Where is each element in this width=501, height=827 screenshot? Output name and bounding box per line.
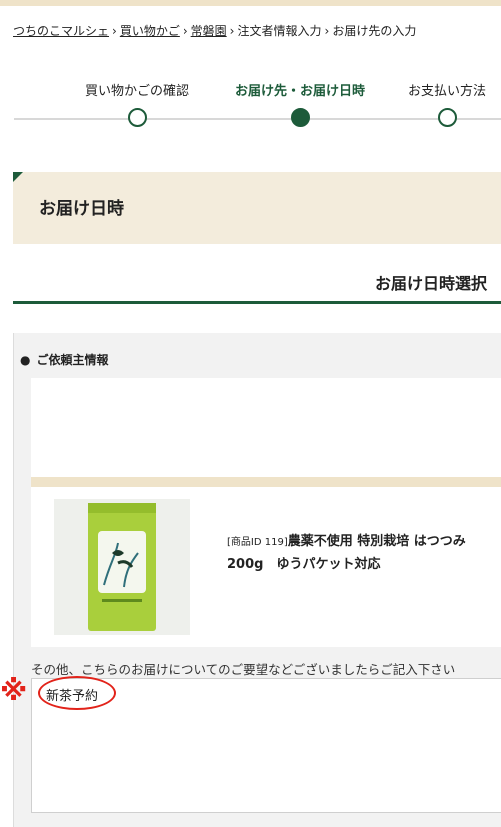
checkout-progress: 買い物かごの確認 お届け先・お届け日時 お支払い方法 bbox=[0, 80, 501, 140]
section-title: お届け日時 bbox=[39, 199, 124, 219]
annotation-mark: ※ bbox=[0, 674, 28, 707]
step-circle-icon bbox=[437, 108, 457, 127]
bullet-icon: ● bbox=[20, 353, 31, 367]
step-cart-confirm: 買い物かごの確認 bbox=[73, 80, 201, 127]
breadcrumb-item-customer-info: 注文者情報入力 bbox=[237, 24, 322, 38]
step-label: 買い物かごの確認 bbox=[84, 84, 189, 99]
product-name-line2: 200g ゆうパケット対応 bbox=[227, 557, 381, 572]
annotation-ellipse bbox=[38, 676, 116, 710]
step-label: お支払い方法 bbox=[407, 84, 486, 99]
product-image bbox=[54, 499, 190, 635]
step-label: お届け先・お届け日時 bbox=[234, 84, 365, 99]
breadcrumb-separator: › bbox=[229, 24, 235, 38]
breadcrumb-separator: › bbox=[182, 24, 188, 38]
step-payment: お支払い方法 bbox=[398, 80, 496, 127]
requester-heading: ● ご依頼主情報 bbox=[20, 351, 109, 368]
breadcrumb-link-shop[interactable]: 常磐園 bbox=[191, 24, 227, 38]
requester-title: ご依頼主情報 bbox=[36, 353, 109, 367]
breadcrumb: つちのこマルシェ › 買い物かご › 常磐園 › 注文者情報入力 › お届け先の入力 bbox=[13, 22, 416, 39]
step-circle-icon bbox=[127, 108, 147, 127]
delivery-panel: ● ご依頼主情報 [商品ID 119]農薬不使用 特別栽培 はつつみ 200g ゆ… bbox=[13, 333, 501, 827]
divider bbox=[13, 301, 501, 304]
section-subtitle: お届け日時選択 bbox=[374, 274, 487, 293]
notes-label: その他、こちらのお届けについてのご要望などございましたらご記入下さい bbox=[31, 662, 456, 677]
top-border bbox=[0, 0, 501, 6]
step-delivery: お届け先・お届け日時 bbox=[226, 80, 374, 127]
product-card: [商品ID 119]農薬不使用 特別栽培 はつつみ 200g ゆうパケット対応 bbox=[31, 477, 501, 647]
product-card-strip bbox=[31, 477, 501, 487]
breadcrumb-link-cart[interactable]: 買い物かご bbox=[120, 24, 180, 38]
product-name-line1: 農薬不使用 特別栽培 はつつみ bbox=[287, 534, 466, 549]
requester-info-area bbox=[31, 378, 501, 477]
product-name: [商品ID 119]農薬不使用 特別栽培 はつつみ 200g ゆうパケット対応 bbox=[227, 531, 466, 576]
section-header: お届け日時 bbox=[13, 172, 501, 244]
breadcrumb-link-marche[interactable]: つちのこマルシェ bbox=[13, 24, 109, 38]
step-circle-filled-icon bbox=[290, 108, 310, 127]
product-id: [商品ID 119] bbox=[227, 537, 288, 548]
breadcrumb-separator: › bbox=[112, 24, 117, 38]
corner-accent-icon bbox=[13, 172, 23, 182]
breadcrumb-item-current: お届け先の入力 bbox=[332, 24, 417, 38]
breadcrumb-separator: › bbox=[324, 24, 330, 38]
tea-package-icon bbox=[88, 503, 156, 631]
